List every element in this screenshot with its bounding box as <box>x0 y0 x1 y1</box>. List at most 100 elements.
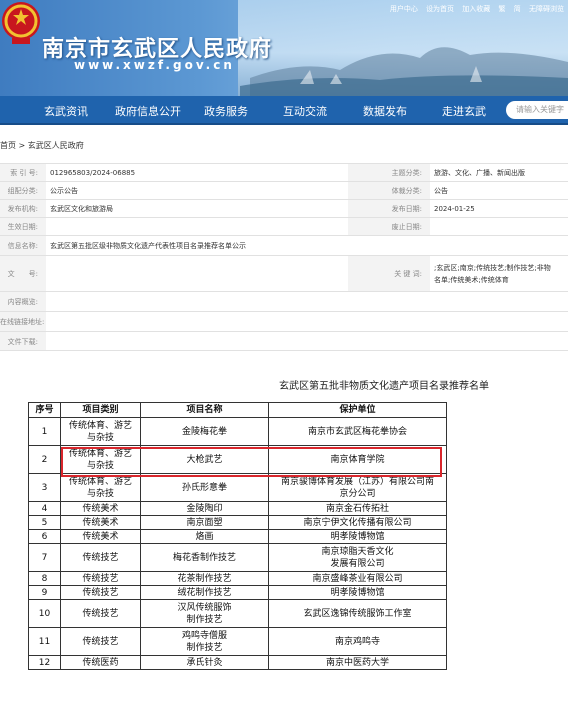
summary-value <box>46 292 568 311</box>
breadcrumb[interactable]: 首页 > 玄武区人民政府 <box>0 140 84 151</box>
summary-label: 内容概览: <box>0 292 46 311</box>
cell-category: 传统技艺 <box>60 543 141 572</box>
add-favorite-link[interactable]: 加入收藏 <box>462 5 490 13</box>
cell-protection-unit: 玄武区逸锦传统服饰工作室 <box>268 599 447 628</box>
genre-value: 公告 <box>434 187 448 195</box>
cell-category: 传统体育、游艺 与杂技 <box>60 473 141 502</box>
cell-index: 5 <box>28 515 61 530</box>
table-row: 10 传统技艺 汉风传统服饰 制作技艺 玄武区逸锦传统服饰工作室 <box>28 599 447 628</box>
cell-project-name: 金陵梅花拳 <box>140 417 269 446</box>
table-row: 6 传统美术 烙画 明孝陵博物馆 <box>28 529 447 544</box>
header-category: 项目类别 <box>60 402 141 418</box>
cell-protection-unit: 南京金石传拓社 <box>268 501 447 516</box>
pubdate-value: 2024-01-25 <box>434 205 475 213</box>
nav-item-news[interactable]: 玄武资讯 <box>44 103 88 119</box>
table-row: 11 传统技艺 鸡鸣寺僧服 制作技艺 南京鸡鸣寺 <box>28 627 447 656</box>
cell-protection-unit: 明孝陵博物馆 <box>268 585 447 600</box>
cell-index: 8 <box>28 571 61 586</box>
cell-index: 4 <box>28 501 61 516</box>
cell-protection-unit: 南京鸡鸣寺 <box>268 627 447 656</box>
online-link-label: 在线链接地址: <box>0 312 46 331</box>
cell-index: 3 <box>28 473 61 502</box>
online-link-value[interactable] <box>46 312 568 331</box>
table-row: 4 传统美术 金陵陶印 南京金石传拓社 <box>28 501 447 516</box>
top-links: 用户中心 设为首页 加入收藏 繁 简 无障碍浏览 <box>384 4 564 14</box>
cell-category: 传统技艺 <box>60 627 141 656</box>
nav-item-info-disclosure[interactable]: 政府信息公开 <box>115 103 181 119</box>
cell-category: 传统美术 <box>60 515 141 530</box>
meta-row: 文件下载: <box>0 331 568 351</box>
cell-protection-unit: 南京中医药大学 <box>268 655 447 670</box>
cell-index: 6 <box>28 529 61 544</box>
cell-category: 传统技艺 <box>60 585 141 600</box>
cell-category: 传统体育、游艺 与杂技 <box>60 417 141 446</box>
cell-project-name: 鸡鸣寺僧服 制作技艺 <box>140 627 269 656</box>
nav-item-gov-services[interactable]: 政务服务 <box>204 103 248 119</box>
main-nav: 玄武资讯 政府信息公开 政务服务 互动交流 数据发布 走进玄武 请输入关键字 <box>0 96 568 125</box>
accessibility-link[interactable]: 无障碍浏览 <box>529 5 564 13</box>
site-url: www.xwzf.gov.cn <box>74 58 235 72</box>
cell-protection-unit: 南京骏博体育发展（江苏）有限公司南 京分公司 <box>268 473 447 502</box>
category-value: 公示公告 <box>50 187 78 195</box>
docno-value <box>46 256 348 291</box>
org-value: 玄武区文化和旅游局 <box>50 205 113 213</box>
pubdate-label: 发布日期: <box>348 200 430 217</box>
cell-protection-unit: 南京宁伊文化传播有限公司 <box>268 515 447 530</box>
table-row: 1 传统体育、游艺 与杂技 金陵梅花拳 南京市玄武区梅花拳协会 <box>28 417 447 446</box>
cell-index: 12 <box>28 655 61 670</box>
cell-project-name: 孙氏形意拳 <box>140 473 269 502</box>
cell-category: 传统技艺 <box>60 599 141 628</box>
table-row: 9 传统技艺 绒花制作技艺 明孝陵博物馆 <box>28 585 447 600</box>
cell-index: 7 <box>28 543 61 572</box>
effective-date-value <box>46 218 348 235</box>
table-row: 12 传统医药 承氏针灸 南京中医药大学 <box>28 655 447 670</box>
keywords-label: 关 键 词: <box>348 256 430 291</box>
nav-item-interaction[interactable]: 互动交流 <box>283 103 327 119</box>
meta-row: 组配分类: 公示公告 体裁分类: 公告 <box>0 181 568 199</box>
cell-protection-unit: 南京市玄武区梅花拳协会 <box>268 417 447 446</box>
table-row: 3 传统体育、游艺 与杂技 孙氏形意拳 南京骏博体育发展（江苏）有限公司南 京分公司 <box>28 473 447 502</box>
meta-row: 生效日期: 废止日期: <box>0 217 568 235</box>
search-input[interactable]: 请输入关键字 <box>506 101 568 119</box>
cell-project-name: 绒花制作技艺 <box>140 585 269 600</box>
cell-index: 2 <box>28 445 61 474</box>
traditional-chinese-link[interactable]: 繁 <box>499 5 506 13</box>
file-download-value[interactable] <box>46 332 568 350</box>
cell-index: 10 <box>28 599 61 628</box>
category-label: 组配分类: <box>0 182 46 199</box>
org-label: 发布机构: <box>0 200 46 217</box>
cell-project-name: 花茶制作技艺 <box>140 571 269 586</box>
genre-label: 体裁分类: <box>348 182 430 199</box>
meta-row: 发布机构: 玄武区文化和旅游局 发布日期: 2024-01-25 <box>0 199 568 217</box>
meta-row: 信息名称: 玄武区第五批区级非物质文化遗产代表性项目名录推荐名单公示 <box>0 235 568 255</box>
highlight-box <box>61 447 442 477</box>
cell-project-name: 金陵陶印 <box>140 501 269 516</box>
table-row: 8 传统技艺 花茶制作技艺 南京盛峰茶业有限公司 <box>28 571 447 586</box>
file-download-label: 文件下载: <box>0 332 46 350</box>
document-title: 玄武区第五批非物质文化遗产项目名录推荐名单 <box>279 381 489 392</box>
topic-label: 主题分类: <box>348 164 430 181</box>
cell-index: 11 <box>28 627 61 656</box>
user-center-link[interactable]: 用户中心 <box>390 5 418 13</box>
cell-category: 传统美术 <box>60 529 141 544</box>
cell-project-name: 承氏针灸 <box>140 655 269 670</box>
cell-protection-unit: 南京盛峰茶业有限公司 <box>268 571 447 586</box>
expiry-date-label: 废止日期: <box>348 218 430 235</box>
meta-row: 索 引 号: 012965803/2024-06885 主题分类: 旅游、文化、… <box>0 163 568 181</box>
nav-item-data-release[interactable]: 数据发布 <box>363 103 407 119</box>
cell-protection-unit: 明孝陵博物馆 <box>268 529 447 544</box>
index-label: 索 引 号: <box>0 164 46 181</box>
keywords-line: ;玄武区;南京;传统技艺;制作技艺;非物 <box>434 264 551 272</box>
nav-item-about-xuanwu[interactable]: 走进玄武 <box>442 103 486 119</box>
cell-index: 9 <box>28 585 61 600</box>
set-homepage-link[interactable]: 设为首页 <box>426 5 454 13</box>
simplified-chinese-link[interactable]: 简 <box>514 5 521 13</box>
info-name-label: 信息名称: <box>0 236 46 255</box>
cell-category: 传统美术 <box>60 501 141 516</box>
cell-category: 传统医药 <box>60 655 141 670</box>
meta-row: 在线链接地址: <box>0 311 568 331</box>
keywords-value: ;玄武区;南京;传统技艺;制作技艺;非物 名单;传统美术;传统体育 <box>430 256 568 291</box>
cell-project-name: 汉风传统服饰 制作技艺 <box>140 599 269 628</box>
header-banner: 用户中心 设为首页 加入收藏 繁 简 无障碍浏览 南京市玄武区人民政府 www.… <box>0 0 568 96</box>
cell-index: 1 <box>28 417 61 446</box>
